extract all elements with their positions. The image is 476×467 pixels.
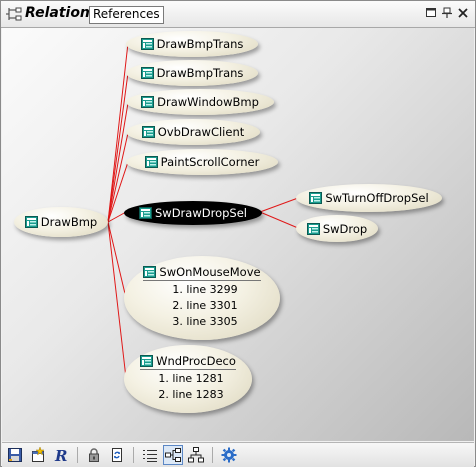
node-label: DrawBmpTrans [156, 66, 244, 80]
function-icon [141, 96, 154, 108]
horizontal-tree-icon[interactable] [163, 445, 183, 465]
toolbar-separator [212, 447, 213, 463]
function-icon [139, 207, 152, 219]
save-icon[interactable] [7, 447, 23, 463]
node-label: SwDrawDropSel [155, 206, 247, 220]
function-icon [25, 216, 38, 228]
references-tab[interactable]: References [89, 6, 164, 24]
reference-line-list: line 3299 line 3301 line 3305 [166, 282, 237, 330]
settings-icon[interactable] [221, 447, 237, 463]
node-label: OvbDrawClient [157, 125, 245, 139]
lock-icon[interactable] [86, 447, 102, 463]
node-label: DrawWindowBmp [157, 95, 259, 109]
function-icon [141, 67, 154, 79]
function-icon [145, 156, 158, 168]
node-caller-4[interactable]: OvbDrawClient [126, 119, 260, 145]
reference-line-list: line 1281 line 1283 [152, 371, 223, 403]
list-view-icon[interactable] [142, 447, 158, 463]
function-icon [142, 126, 155, 138]
relation-window: Relation References DrawBmp DrawBmpTrans… [0, 0, 476, 467]
bottom-toolbar: R [2, 442, 474, 467]
node-caller-5[interactable]: PaintScrollCorner [126, 149, 278, 175]
node-label: DrawBmp [40, 215, 98, 229]
reference-line[interactable]: line 1281 [172, 371, 223, 387]
node-child-2[interactable]: SwDrop [296, 215, 378, 242]
function-icon [141, 38, 154, 50]
node-label: DrawBmpTrans [156, 37, 244, 51]
node-root[interactable]: DrawBmp [14, 207, 108, 237]
node-caller-3[interactable]: DrawWindowBmp [126, 89, 274, 115]
function-icon [309, 192, 322, 204]
relation-r-icon[interactable]: R [53, 447, 69, 463]
float-window-icon[interactable] [425, 7, 437, 19]
node-label: SwTurnOffDropSel [325, 191, 429, 205]
reference-line[interactable]: line 3299 [186, 282, 237, 298]
vertical-tree-icon[interactable] [188, 447, 204, 463]
window-title: Relation [25, 5, 90, 21]
toolbar-separator [133, 447, 134, 463]
node-label: WndProcDeco [156, 354, 236, 368]
close-icon[interactable] [457, 7, 469, 19]
function-icon [143, 266, 156, 278]
node-wnd-proc[interactable]: WndProcDeco line 1281 line 1283 [124, 345, 252, 413]
function-icon [140, 355, 153, 367]
node-label: SwDrop [322, 221, 368, 236]
node-caller-2[interactable]: DrawBmpTrans [126, 60, 258, 86]
node-selected[interactable]: SwDrawDropSel [124, 201, 262, 225]
node-child-1[interactable]: SwTurnOffDropSel [296, 184, 442, 212]
reference-line[interactable]: line 3305 [186, 314, 237, 330]
reference-line[interactable]: line 1283 [172, 387, 223, 403]
function-icon [307, 223, 320, 235]
sync-icon[interactable] [109, 447, 125, 463]
relation-window-icon [6, 6, 22, 22]
title-bar: Relation References [1, 1, 475, 28]
toolbar-separator [77, 447, 78, 463]
reference-line[interactable]: line 3301 [186, 298, 237, 314]
node-caller-1[interactable]: DrawBmpTrans [126, 31, 258, 57]
node-label: PaintScrollCorner [160, 155, 260, 169]
svg-text:R: R [54, 447, 67, 463]
new-window-icon[interactable] [30, 447, 46, 463]
node-label: SwOnMouseMove [159, 265, 261, 279]
node-mouse-move[interactable]: SwOnMouseMove line 3299 line 3301 line 3… [124, 256, 280, 340]
pin-icon[interactable] [441, 7, 453, 19]
relation-graph-canvas[interactable]: DrawBmp DrawBmpTrans DrawBmpTrans DrawWi… [2, 28, 474, 441]
